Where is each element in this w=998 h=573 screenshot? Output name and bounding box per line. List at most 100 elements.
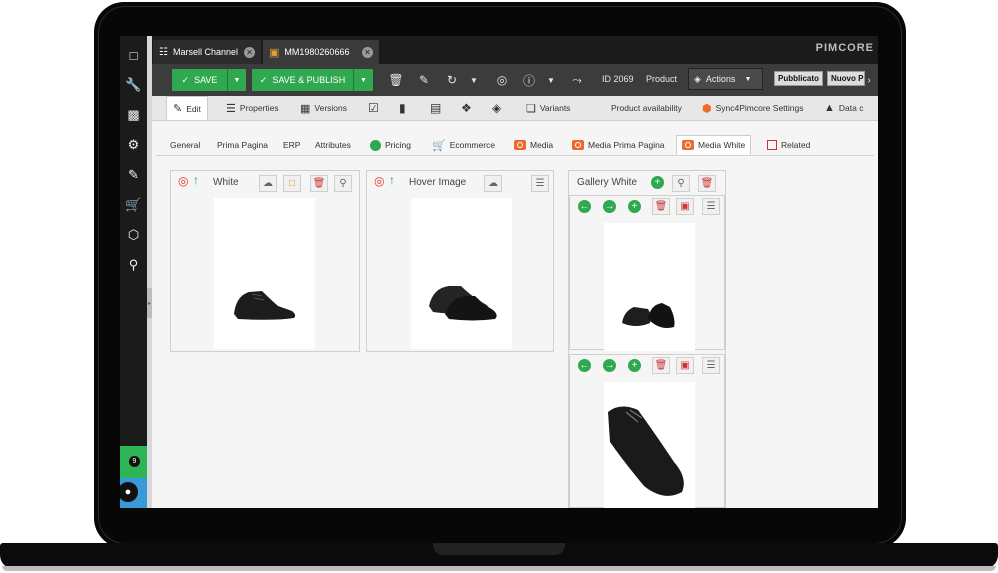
- document-icon[interactable]: □: [120, 44, 147, 66]
- publish-dropdown-button[interactable]: ▼: [353, 69, 373, 91]
- cart-icon[interactable]: 🛒: [120, 194, 147, 216]
- target-icon[interactable]: ◎: [492, 70, 512, 90]
- folder-upload-icon[interactable]: □: [283, 175, 301, 192]
- tab-product-availability[interactable]: Product availability: [611, 96, 682, 120]
- tab-versions[interactable]: ▦ Versions: [300, 96, 347, 120]
- move-right-icon[interactable]: →: [603, 359, 616, 372]
- object-toolbar: ✓ SAVE ▼ ✓ SAVE & PUBLISH ▼ 🗑 ✎ ↻ ▼ ◎ ⓘ …: [152, 64, 878, 96]
- chart-icon[interactable]: ▩: [120, 104, 147, 126]
- menu-icon[interactable]: ☰: [702, 357, 720, 374]
- camera-icon: [682, 140, 694, 150]
- check-icon: ✓: [181, 74, 190, 85]
- upload-arrow-icon[interactable]: ↑: [193, 173, 199, 187]
- target-icon: ◈: [492, 101, 502, 115]
- tab-schedule[interactable]: ☑: [368, 96, 379, 120]
- add-icon[interactable]: +: [651, 176, 664, 189]
- search-icon[interactable]: ⚲: [672, 175, 690, 192]
- cube-icon: ▣: [269, 46, 280, 59]
- delete-icon[interactable]: 🗑: [698, 175, 716, 192]
- shoe-image[interactable]: [604, 223, 695, 351]
- upload-cloud-icon[interactable]: ☁: [484, 175, 502, 192]
- field-title: Hover Image: [409, 177, 467, 188]
- delete-icon[interactable]: 🗑: [310, 175, 328, 192]
- tab-media-prima-pagina[interactable]: Media Prima Pagina: [572, 135, 665, 155]
- move-right-icon[interactable]: →: [603, 200, 616, 213]
- tab-related[interactable]: Related: [767, 135, 810, 155]
- tab-erp[interactable]: ERP: [283, 135, 300, 155]
- shoe-back-photo: [622, 303, 675, 328]
- tab-product[interactable]: ▣ MM1980260666 ✕: [263, 40, 379, 64]
- sync-icon: ⬢: [702, 102, 712, 115]
- chevron-right-icon[interactable]: ›: [862, 70, 876, 90]
- tab-attributes[interactable]: Attributes: [315, 135, 351, 155]
- tab-dependencies[interactable]: ▮: [399, 96, 406, 120]
- caret-down-icon[interactable]: ▼: [541, 70, 561, 90]
- tab-tags[interactable]: ❖: [461, 96, 472, 120]
- tab-marsell-channel[interactable]: ☷ Marsell Channel ✕: [153, 40, 261, 64]
- search-icon[interactable]: ⚲: [120, 254, 147, 276]
- tab-general[interactable]: General: [170, 135, 200, 155]
- wrench-icon[interactable]: 🔧: [120, 74, 147, 96]
- tab-edit[interactable]: ✎ Edit: [166, 96, 208, 120]
- menu-icon[interactable]: ☰: [702, 198, 720, 215]
- gear-icon[interactable]: ⚙: [120, 134, 147, 156]
- add-icon[interactable]: +: [628, 359, 641, 372]
- tab-media[interactable]: Media: [514, 135, 553, 155]
- menu-icon[interactable]: ☰: [531, 175, 549, 192]
- shoe-photo: [234, 291, 296, 320]
- search-icon[interactable]: ⚲: [334, 175, 352, 192]
- add-icon[interactable]: +: [628, 200, 641, 213]
- save-button[interactable]: ✓ SAVE: [172, 69, 227, 91]
- tab-properties[interactable]: ☰ Properties: [226, 96, 279, 120]
- tab-sync4pimcore[interactable]: ⬢ Sync4Pimcore Settings: [702, 96, 803, 120]
- target-icon[interactable]: ◎: [178, 174, 188, 188]
- tag-icon: ❖: [461, 101, 472, 115]
- actions-button[interactable]: ◈ Actions ▼: [688, 68, 763, 90]
- move-left-icon[interactable]: ←: [578, 200, 591, 213]
- crop-icon[interactable]: ▣: [676, 198, 694, 215]
- tab-variants[interactable]: ❏ Variants: [526, 96, 570, 120]
- tab-workflow[interactable]: ◈: [492, 96, 501, 120]
- tab-prima-pagina[interactable]: Prima Pagina: [217, 135, 268, 155]
- save-dropdown-button[interactable]: ▼: [227, 69, 246, 91]
- camera-icon: [572, 140, 584, 150]
- delete-icon[interactable]: 🗑: [652, 198, 670, 215]
- tab-notes[interactable]: ▤: [430, 96, 441, 120]
- layout-tabs: General Prima Pagina ERP Attributes Pric…: [156, 135, 874, 156]
- reload-icon[interactable]: ↻: [442, 70, 462, 90]
- cart-icon: 🛒: [432, 139, 446, 152]
- close-icon[interactable]: ✕: [244, 46, 255, 58]
- tab-label: MM1980260666: [284, 47, 350, 57]
- target-icon[interactable]: ◎: [374, 174, 384, 188]
- share-icon[interactable]: ⤳: [567, 70, 587, 90]
- marketing-icon[interactable]: ✎: [120, 164, 147, 186]
- actions-icon: ◈: [694, 73, 701, 84]
- caret-down-icon[interactable]: ▼: [464, 70, 484, 90]
- image-field-white: ◎ ↑ White ☁ □ 🗑 ⚲: [170, 170, 360, 352]
- tab-ecommerce[interactable]: 🛒 Ecommerce: [432, 135, 495, 155]
- pencil-icon[interactable]: ✎: [414, 70, 434, 90]
- tab-pricing[interactable]: Pricing: [370, 135, 411, 155]
- close-icon[interactable]: ✕: [362, 46, 373, 58]
- shoe-image[interactable]: [411, 198, 512, 349]
- move-left-icon[interactable]: ←: [578, 359, 591, 372]
- upload-arrow-icon[interactable]: ↑: [389, 173, 395, 187]
- delete-icon[interactable]: 🗑: [386, 70, 406, 90]
- bell-icon: ▲: [824, 102, 835, 114]
- crop-icon[interactable]: ▣: [676, 357, 694, 374]
- check-icon: ✓: [259, 74, 268, 85]
- caret-down-icon: ▼: [233, 76, 241, 84]
- upload-cloud-icon[interactable]: ☁: [259, 175, 277, 192]
- tab-data-quality[interactable]: ▲ Data c: [824, 96, 863, 120]
- shoe-image[interactable]: [214, 198, 315, 349]
- object-id: ID 2069: [602, 74, 634, 84]
- shoe-image[interactable]: [604, 382, 695, 508]
- tab-media-white[interactable]: Media White: [676, 135, 752, 155]
- gallery-item: ← → + 🗑 ▣ ☰: [569, 195, 725, 351]
- laptop-notch: [433, 543, 565, 555]
- info-icon[interactable]: ⓘ: [519, 70, 539, 90]
- delete-icon[interactable]: 🗑: [652, 357, 670, 374]
- calendar-check-icon: ☑: [368, 101, 379, 115]
- save-publish-button[interactable]: ✓ SAVE & PUBLISH: [252, 69, 353, 91]
- magento-icon[interactable]: ⬡: [120, 224, 147, 246]
